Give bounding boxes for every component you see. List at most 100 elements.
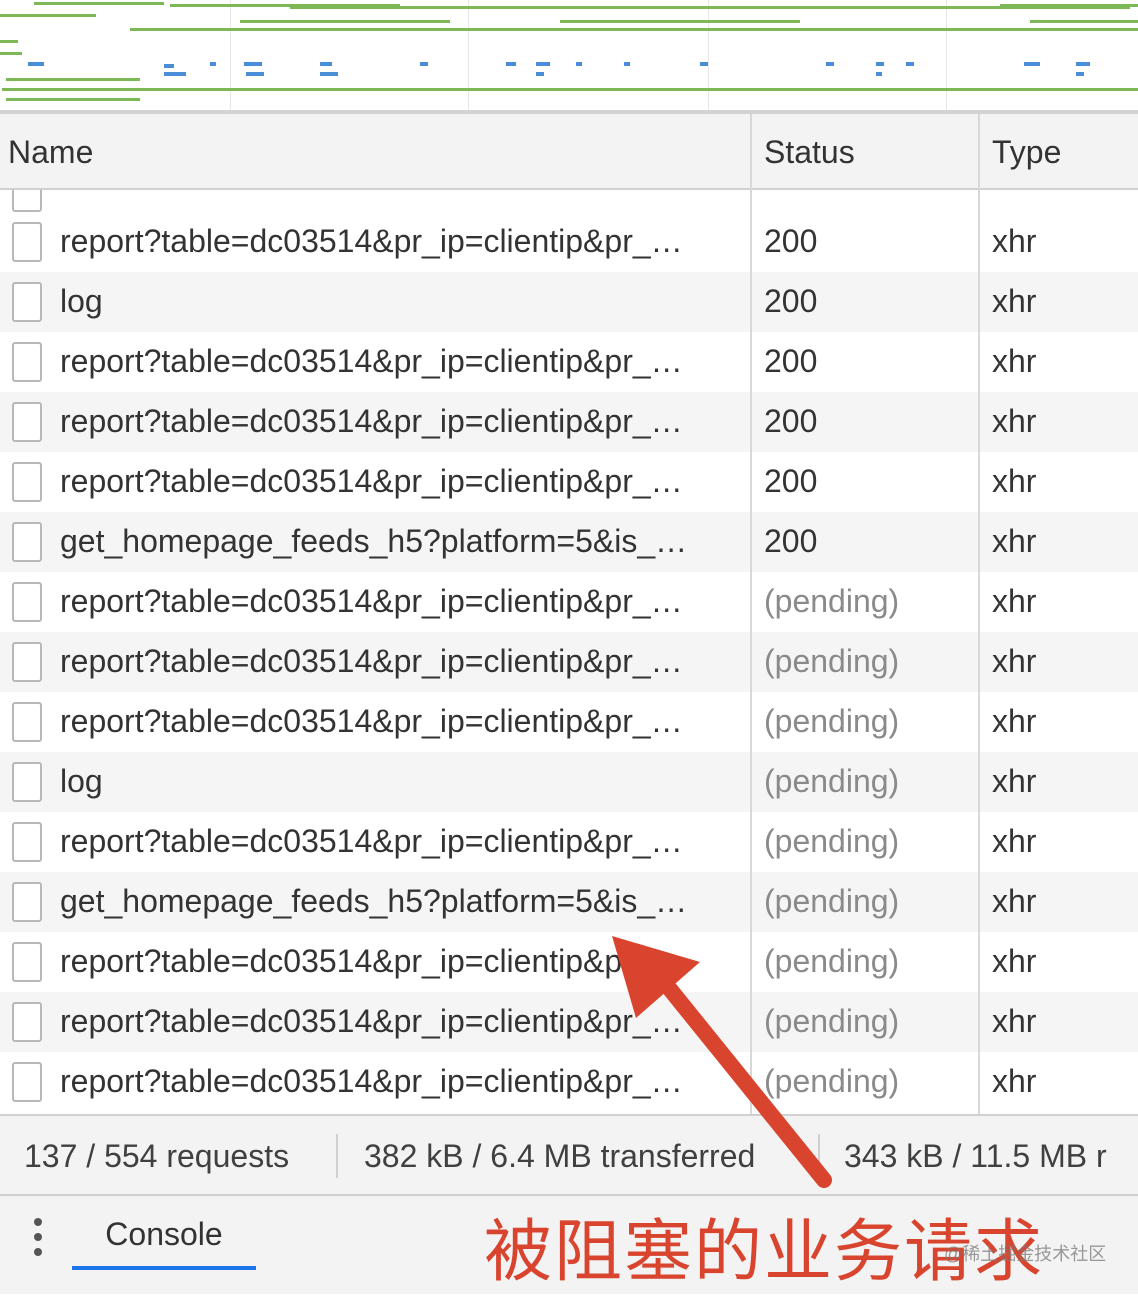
request-name: report?table=dc03514&pr_ip=clientip&pr_… [60,343,683,379]
waterfall-bar [6,78,140,81]
waterfall-bar [506,62,516,66]
waterfall-bar [576,62,582,66]
file-icon [12,582,42,622]
table-row[interactable]: log (pending) xhr [0,752,1138,812]
table-row[interactable]: report?table=dc03514&pr_ip=clientip&pr_…… [0,392,1138,452]
table-row-partial[interactable] [0,190,1138,212]
waterfall-bar [130,28,1138,31]
request-name: report?table=dc03514&pr_ip=clientip&pr_… [60,463,683,499]
file-icon [12,702,42,742]
table-row[interactable]: report?table=dc03514&pr_ip=clientip&pr_…… [0,1052,1138,1112]
table-row[interactable]: report?table=dc03514&pr_ip=clientip&pr_…… [0,812,1138,872]
network-overview-waterfall[interactable] [0,0,1138,112]
request-name: report?table=dc03514&pr_ip=clientip&pr_… [60,823,683,859]
resources-size: 343 kB / 11.5 MB r [844,1138,1107,1174]
waterfall-bar [1030,20,1138,23]
request-status: (pending) [764,943,900,979]
request-status: 200 [764,463,818,499]
summary-divider [336,1134,338,1178]
table-row[interactable]: report?table=dc03514&pr_ip=clientip&pr_…… [0,632,1138,692]
table-row[interactable]: report?table=dc03514&pr_ip=clientip&pr_…… [0,992,1138,1052]
column-divider[interactable] [750,114,752,1114]
request-name: report?table=dc03514&pr_ip=clientip&pr_… [60,403,683,439]
request-type: xhr [992,703,1037,739]
waterfall-bar [164,72,186,76]
file-icon [12,190,42,212]
request-name: get_homepage_feeds_h5?platform=5&is_… [60,883,688,919]
file-icon [12,822,42,862]
requests-count: 137 / 554 requests [24,1138,290,1174]
waterfall-bar [700,62,708,66]
waterfall-bar [624,62,630,66]
table-row[interactable]: report?table=dc03514&pr_ip=clientip&pr_…… [0,452,1138,512]
waterfall-bar [2,88,1138,91]
request-status: 200 [764,523,818,559]
request-name: report?table=dc03514&pr_ip=clientip&pr_… [60,1003,683,1039]
waterfall-bar [536,72,544,76]
kebab-menu-icon[interactable] [32,1218,44,1262]
waterfall-bar [246,72,264,76]
request-type: xhr [992,943,1037,979]
summary-divider [818,1134,820,1178]
waterfall-bar [876,62,884,66]
watermark: @稀土掘金技术社区 [944,1244,1107,1264]
network-summary-bar: 137 / 554 requests 382 kB / 6.4 MB trans… [0,1114,1138,1194]
tab-console[interactable]: Console [72,1214,256,1270]
request-type: xhr [992,583,1037,619]
waterfall-bar [320,72,338,76]
waterfall-bar [876,72,882,76]
request-name: log [60,763,103,799]
table-row[interactable]: get_homepage_feeds_h5?platform=5&is_… 200… [0,512,1138,572]
waterfall-bar [536,62,550,66]
waterfall-gridline [230,0,231,112]
request-status: (pending) [764,823,900,859]
waterfall-bar [34,2,164,5]
column-header-type[interactable]: Type [992,134,1061,171]
file-icon [12,642,42,682]
file-icon [12,942,42,982]
file-icon [12,342,42,382]
waterfall-bar [906,62,914,66]
table-row[interactable]: log 200 xhr [0,272,1138,332]
request-name: get_homepage_feeds_h5?platform=5&is_… [60,523,688,559]
request-status: (pending) [764,1003,900,1039]
table-row[interactable]: report?table=dc03514&pr_ip=clientip&pr_…… [0,332,1138,392]
waterfall-bar [0,52,22,55]
transferred-size: 382 kB / 6.4 MB transferred [364,1138,756,1174]
waterfall-bar [210,62,216,66]
waterfall-gridline [708,0,709,112]
request-status: (pending) [764,583,900,619]
request-type: xhr [992,463,1037,499]
request-status: 200 [764,343,818,379]
column-divider[interactable] [978,114,980,1114]
request-type: xhr [992,283,1037,319]
request-type: xhr [992,1003,1037,1039]
column-header-name[interactable]: Name [8,134,93,171]
waterfall-bar [1076,62,1090,66]
column-header-status[interactable]: Status [764,134,855,171]
request-name: report?table=dc03514&pr_ip=clientip&pr_… [60,703,683,739]
file-icon [12,462,42,502]
file-icon [12,222,42,262]
file-icon [12,522,42,562]
table-row[interactable]: get_homepage_feeds_h5?platform=5&is_… (pe… [0,872,1138,932]
waterfall-bar [420,62,428,66]
file-icon [12,882,42,922]
request-status: 200 [764,403,818,439]
request-type: xhr [992,403,1037,439]
table-row[interactable]: report?table=dc03514&pr_ip=clientip&pr_…… [0,692,1138,752]
waterfall-bar [826,62,834,66]
request-type: xhr [992,823,1037,859]
table-row[interactable]: report?table=dc03514&pr_ip=clientip&pr_…… [0,572,1138,632]
request-status: (pending) [764,883,900,919]
waterfall-bar [240,20,450,23]
request-status: (pending) [764,763,900,799]
waterfall-bar [244,62,262,66]
table-row[interactable]: report?table=dc03514&pr_ip=clientip&pr_…… [0,212,1138,272]
table-row[interactable]: report?table=dc03514&pr_ip=clientip&pr_…… [0,932,1138,992]
waterfall-gridline [468,0,469,112]
request-status: 200 [764,283,818,319]
request-status: (pending) [764,643,900,679]
waterfall-bar [164,64,174,68]
request-status: (pending) [764,703,900,739]
